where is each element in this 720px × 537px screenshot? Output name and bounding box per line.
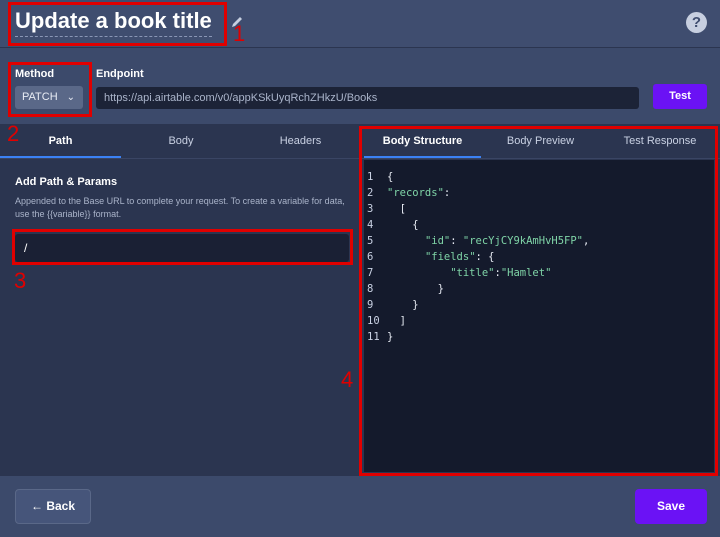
annotation-number-1: 1	[233, 21, 246, 46]
annotation-number-4: 4	[341, 367, 354, 392]
path-params-title: Add Path & Params	[15, 176, 118, 188]
test-button[interactable]: Test	[653, 84, 707, 109]
annotation-box-2	[8, 62, 92, 117]
endpoint-label: Endpoint	[96, 68, 144, 80]
annotation-number-2: 2	[7, 121, 20, 146]
back-button[interactable]: ← Back	[15, 489, 91, 524]
annotation-box-4	[359, 126, 718, 476]
path-params-description: Appended to the Base URL to complete you…	[15, 196, 345, 219]
tabs-divider	[0, 158, 360, 159]
annotation-number-3: 3	[14, 268, 27, 293]
tab-body[interactable]: Body	[121, 124, 241, 158]
endpoint-input[interactable]: https://api.airtable.com/v0/appKSkUyqRch…	[96, 87, 639, 109]
annotation-box-3	[12, 229, 353, 265]
save-button[interactable]: Save	[635, 489, 707, 524]
annotation-box-1	[8, 2, 227, 46]
footer-bar	[0, 476, 720, 537]
tab-headers[interactable]: Headers	[241, 124, 360, 158]
help-icon[interactable]: ?	[686, 12, 707, 33]
